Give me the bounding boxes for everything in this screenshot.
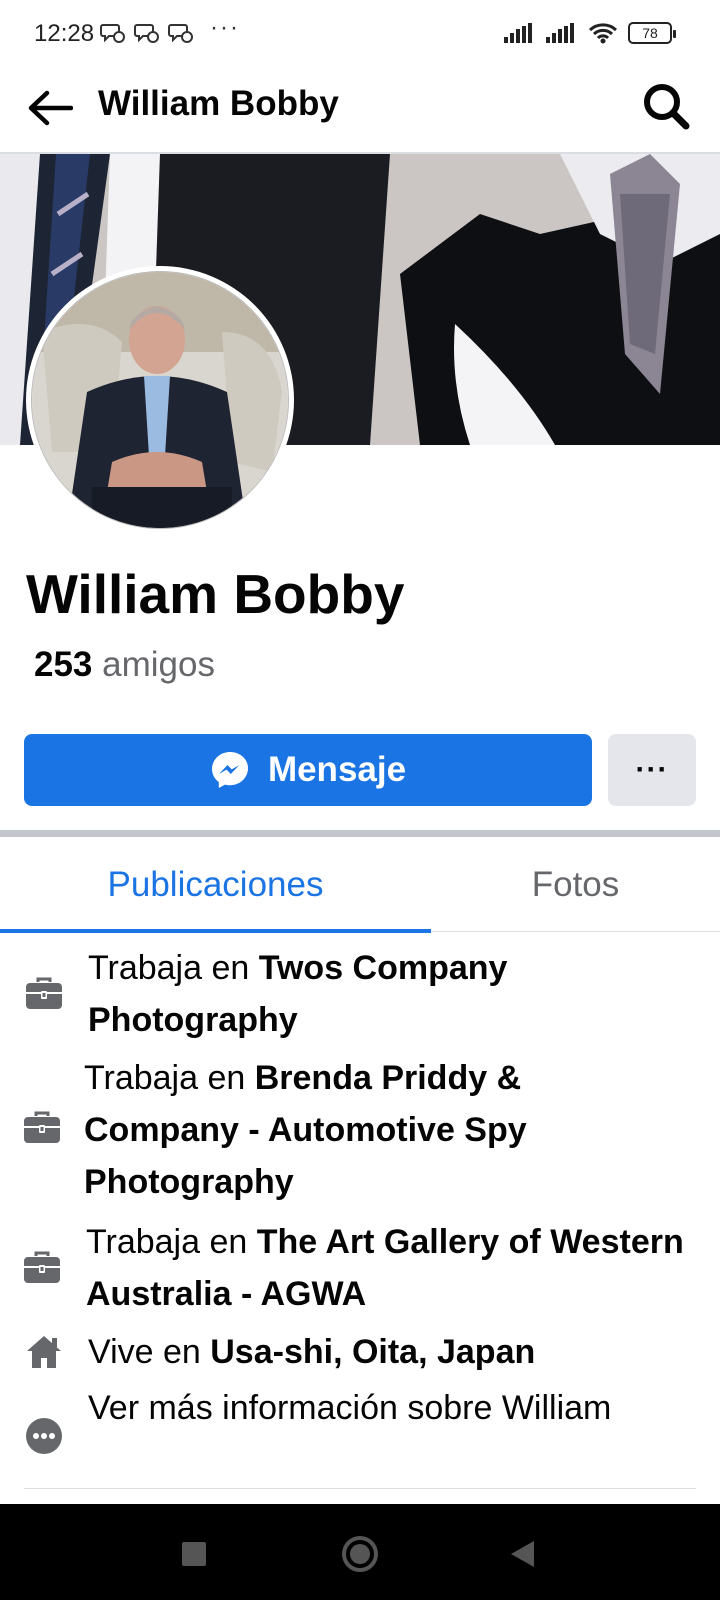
more-options-button[interactable]: ··· bbox=[608, 734, 696, 806]
profile-tabs: Publicaciones Fotos bbox=[0, 837, 720, 933]
info-item-work: Trabaja en Brenda Priddy & Company - Aut… bbox=[0, 1050, 720, 1210]
app-bar: William Bobby bbox=[0, 66, 720, 154]
tab-posts[interactable]: Publicaciones bbox=[0, 837, 431, 933]
friends-label: amigos bbox=[102, 645, 215, 684]
square-icon bbox=[182, 1542, 206, 1566]
recent-apps-button[interactable] bbox=[174, 1534, 214, 1574]
messenger-icon bbox=[211, 752, 248, 788]
chat-bubble-icon bbox=[134, 24, 159, 43]
message-button-label: Mensaje bbox=[267, 750, 407, 789]
info-text: Vive en Usa-shi, Oita, Japan bbox=[88, 1326, 688, 1378]
briefcase-icon bbox=[20, 1108, 64, 1148]
home-button[interactable] bbox=[340, 1534, 380, 1574]
back-nav-button[interactable] bbox=[502, 1534, 542, 1574]
home-icon bbox=[22, 1332, 66, 1372]
arrow-left-icon bbox=[28, 90, 73, 126]
briefcase-icon bbox=[20, 1248, 64, 1288]
message-button[interactable]: Mensaje bbox=[24, 734, 592, 806]
briefcase-icon bbox=[22, 974, 66, 1014]
triangle-back-icon bbox=[511, 1541, 534, 1567]
status-time: 12:28 bbox=[34, 20, 95, 47]
back-button[interactable] bbox=[24, 82, 76, 134]
friends-count[interactable]: 253 amigos bbox=[34, 645, 215, 685]
section-divider bbox=[0, 830, 720, 837]
see-more-info-link[interactable]: Ver más información sobre William bbox=[88, 1382, 688, 1434]
search-button[interactable] bbox=[638, 78, 694, 134]
profile-name: William Bobby bbox=[26, 563, 405, 625]
wifi-icon bbox=[588, 23, 618, 44]
info-item-work: Trabaja en The Art Gallery of Western Au… bbox=[0, 1214, 720, 1322]
notification-icons bbox=[100, 22, 194, 44]
status-indicators: 78 bbox=[504, 22, 676, 44]
page-title: William Bobby bbox=[98, 84, 339, 123]
info-prefix: Trabaja en bbox=[86, 1223, 257, 1261]
system-nav-bar bbox=[0, 1504, 720, 1600]
info-text: Trabaja en Brenda Priddy & Company - Aut… bbox=[84, 1052, 684, 1208]
search-icon bbox=[644, 84, 690, 130]
info-item-work: Trabaja en Twos Company Photography bbox=[0, 940, 720, 1048]
battery-icon: 78 bbox=[628, 22, 676, 44]
chat-bubble-icon bbox=[100, 24, 125, 43]
status-bar: 12:28 ··· 78 bbox=[0, 0, 720, 66]
tab-photos[interactable]: Fotos bbox=[431, 837, 720, 932]
info-text: Trabaja en Twos Company Photography bbox=[88, 942, 688, 1046]
avatar[interactable] bbox=[26, 266, 294, 534]
profile-picture bbox=[31, 271, 289, 529]
more-notifications-indicator: ··· bbox=[210, 14, 240, 41]
circle-home-icon bbox=[342, 1536, 378, 1572]
info-prefix: Trabaja en bbox=[88, 949, 259, 987]
more-circle-icon bbox=[22, 1416, 66, 1456]
info-prefix: Trabaja en bbox=[84, 1059, 255, 1097]
info-value[interactable]: Usa-shi, Oita, Japan bbox=[210, 1333, 535, 1371]
info-text: Trabaja en The Art Gallery of Western Au… bbox=[86, 1216, 686, 1320]
info-prefix: Vive en bbox=[88, 1333, 211, 1371]
divider bbox=[24, 1488, 696, 1489]
friends-number: 253 bbox=[34, 645, 93, 684]
info-item-home: Vive en Usa-shi, Oita, Japan bbox=[0, 1324, 720, 1380]
signal-icon bbox=[546, 23, 574, 43]
info-item-more[interactable]: Ver más información sobre William bbox=[0, 1382, 720, 1490]
chat-bubble-icon bbox=[168, 24, 193, 43]
signal-icon bbox=[504, 23, 532, 43]
